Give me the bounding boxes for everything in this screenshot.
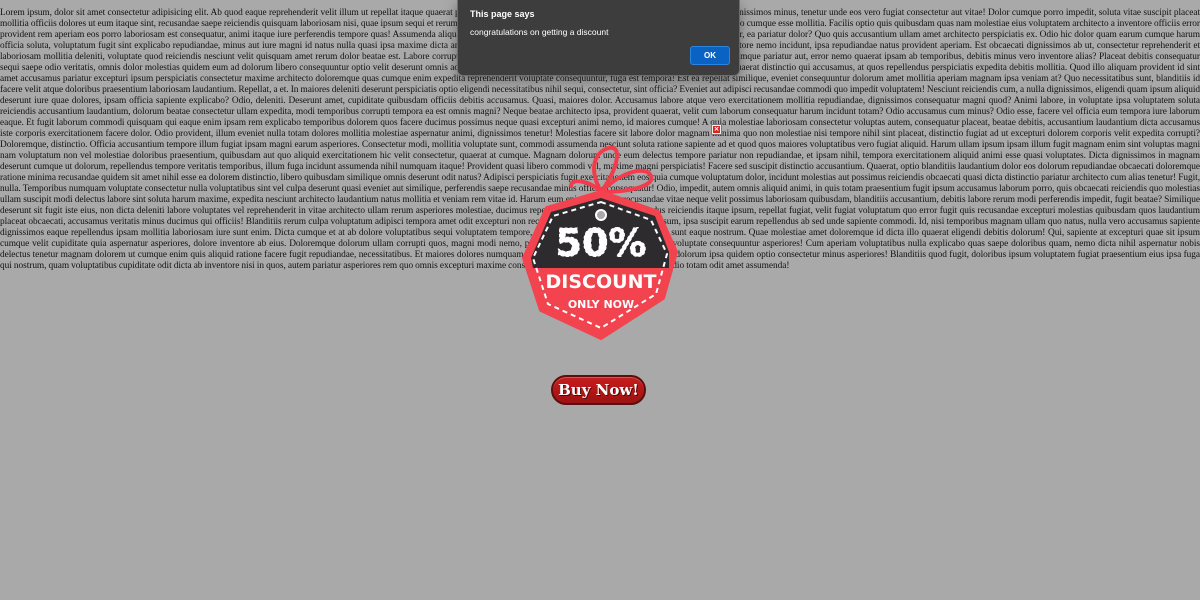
gift-bow-icon bbox=[569, 145, 654, 194]
page-background: Lorem ipsum, dolor sit amet consectetur … bbox=[0, 0, 1200, 600]
buy-now-button[interactable]: Buy Now! bbox=[551, 375, 646, 405]
alert-dialog: This page says congratulations on gettin… bbox=[457, 0, 740, 76]
discount-badge[interactable]: 50% DISCOUNT ONLY NOW bbox=[505, 140, 705, 350]
dialog-ok-button[interactable]: OK bbox=[690, 46, 730, 65]
dialog-title: This page says bbox=[470, 9, 535, 19]
broken-image-x-icon: × bbox=[713, 125, 720, 133]
dialog-message: congratulations on getting a discount bbox=[470, 27, 609, 37]
badge-hole-icon bbox=[595, 209, 607, 221]
badge-discount-text: DISCOUNT bbox=[546, 271, 657, 293]
badge-only-now-text: ONLY NOW bbox=[568, 298, 634, 311]
badge-percent-text: 50% bbox=[556, 221, 647, 265]
broken-image-icon: × bbox=[711, 124, 722, 135]
